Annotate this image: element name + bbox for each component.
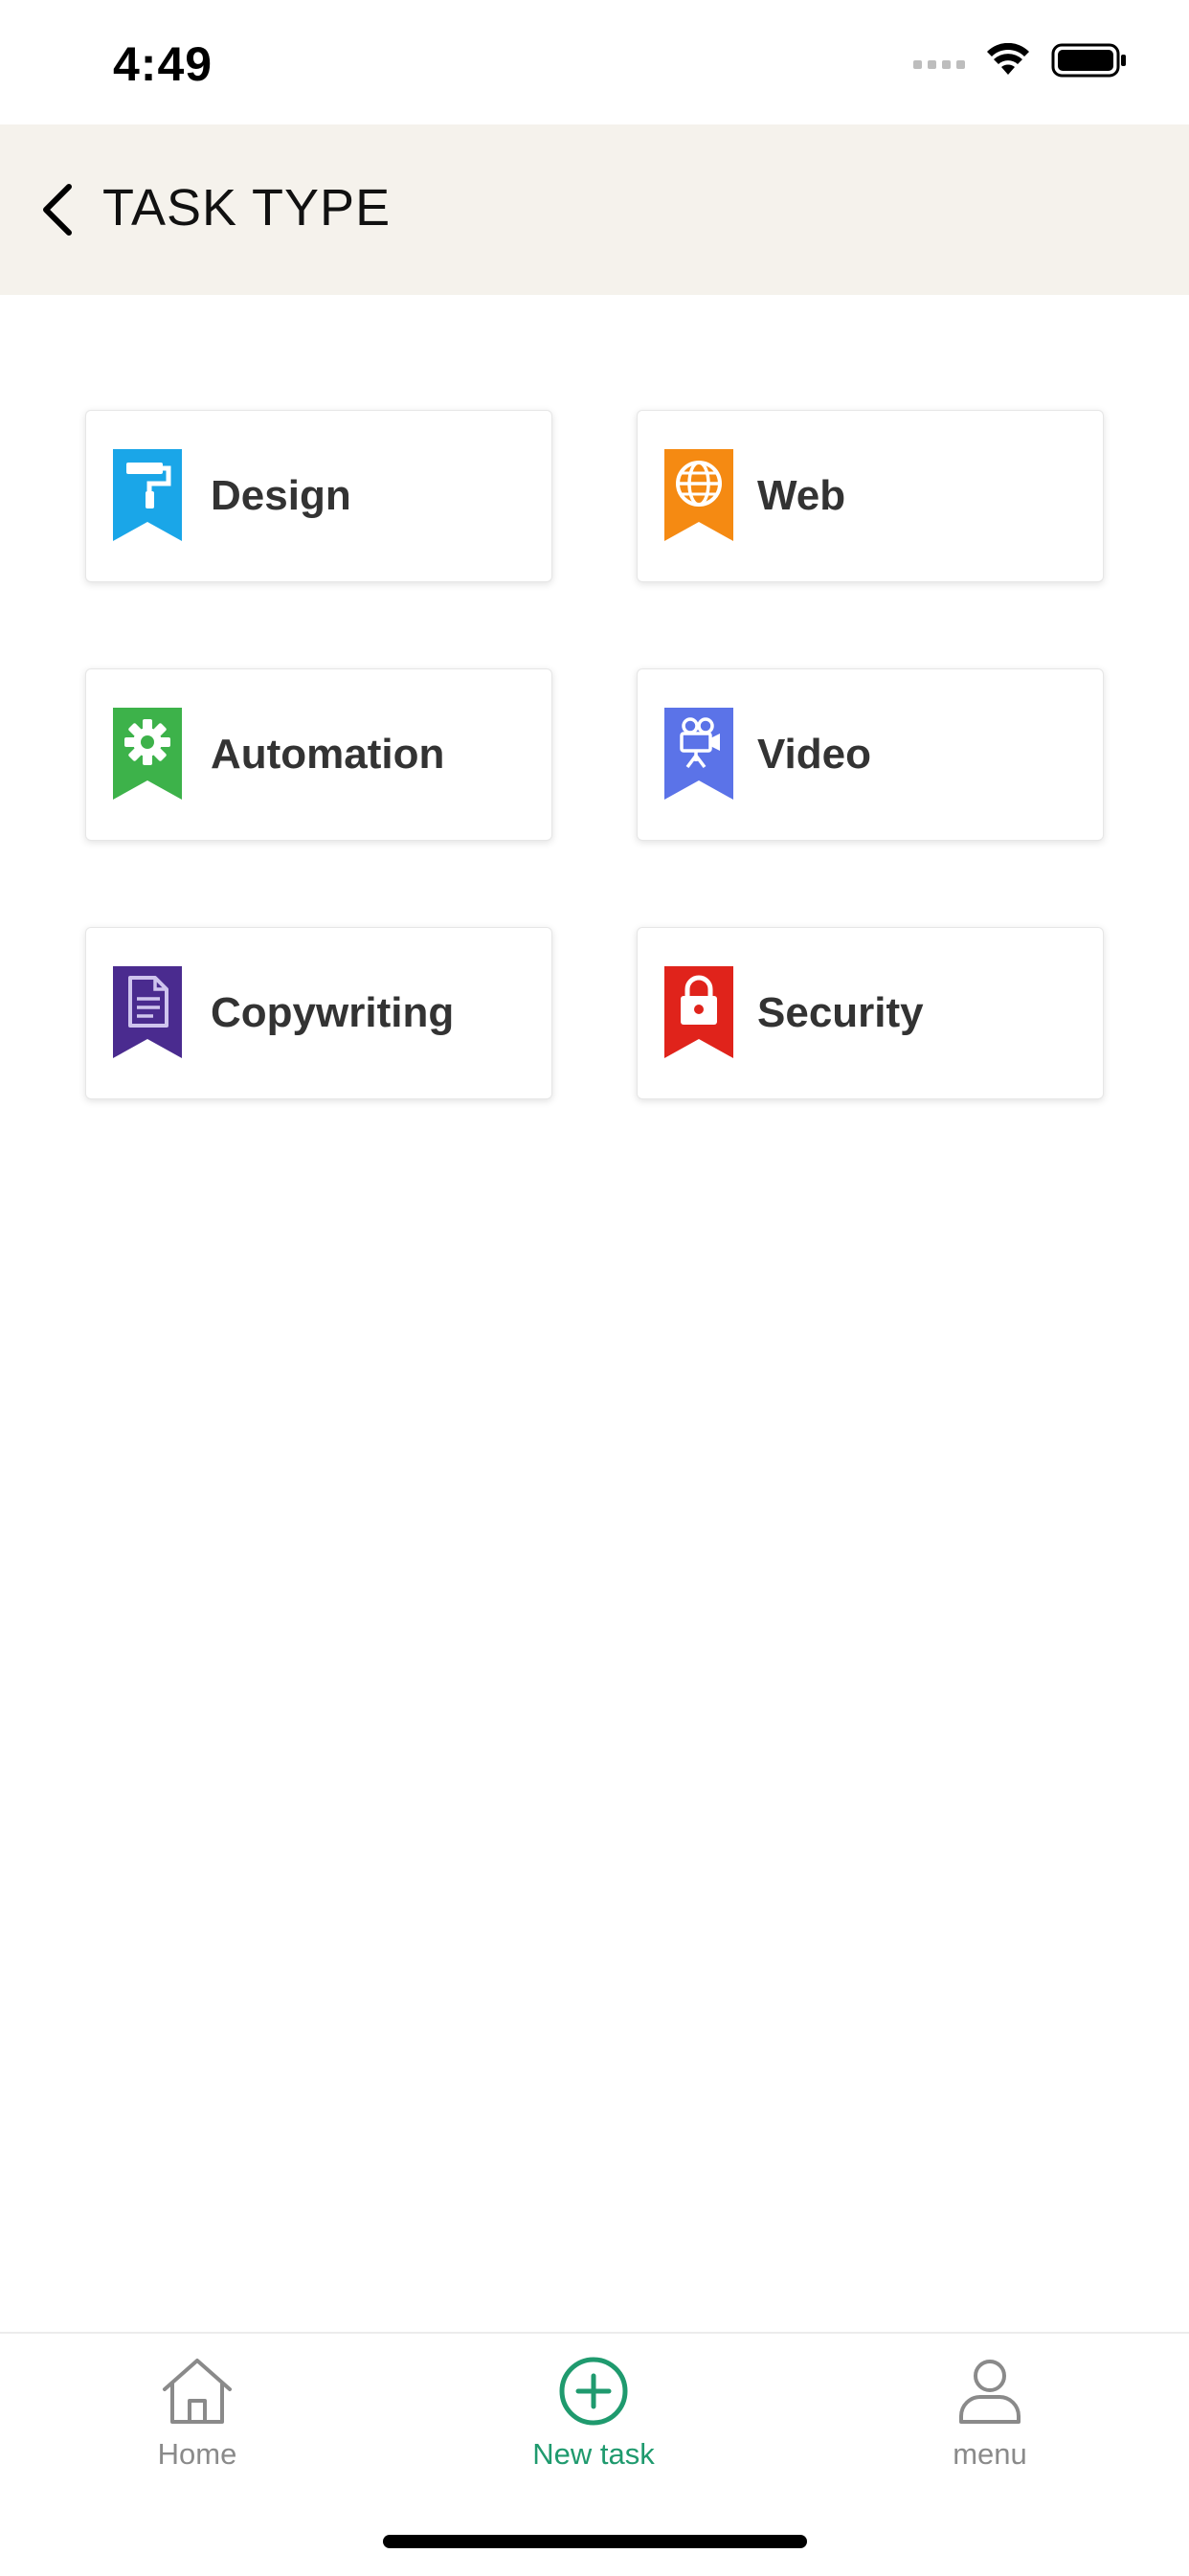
gear-icon: [113, 708, 182, 800]
tab-new-task[interactable]: New task: [479, 2355, 708, 2498]
video-camera-icon: [664, 708, 733, 800]
tab-home[interactable]: Home: [82, 2355, 312, 2498]
tab-label: menu: [953, 2437, 1027, 2471]
plus-circle-icon: [559, 2357, 628, 2426]
header: TASK TYPE: [0, 124, 1189, 295]
tab-label: New task: [532, 2437, 655, 2471]
task-type-video[interactable]: Video: [637, 668, 1104, 841]
home-icon: [163, 2359, 232, 2424]
globe-icon: [664, 449, 733, 541]
chevron-left-icon: [43, 184, 72, 236]
task-type-web[interactable]: Web: [637, 410, 1104, 582]
cellular-signal-icon: [913, 59, 965, 69]
paint-roller-icon: [113, 449, 182, 541]
task-type-label: Video: [757, 731, 872, 778]
task-type-design[interactable]: Design: [85, 410, 552, 582]
status-time: 4:49: [113, 37, 213, 91]
task-type-label: Design: [211, 472, 351, 519]
status-bar: 4:49: [0, 0, 1189, 124]
tab-menu[interactable]: menu: [875, 2355, 1105, 2498]
task-type-label: Web: [757, 472, 846, 519]
task-type-copywriting[interactable]: Copywriting: [85, 927, 552, 1099]
task-type-automation[interactable]: Automation: [85, 668, 552, 841]
battery-icon: [1051, 43, 1126, 78]
document-icon: [113, 966, 182, 1058]
task-type-label: Security: [757, 989, 924, 1036]
home-indicator: [383, 2535, 807, 2548]
task-type-security[interactable]: Security: [637, 927, 1104, 1099]
wifi-icon: [987, 43, 1029, 75]
status-icons: [913, 42, 1128, 79]
padlock-icon: [664, 966, 733, 1058]
user-icon: [959, 2360, 1021, 2424]
tab-label: Home: [157, 2437, 237, 2471]
page-title: TASK TYPE: [102, 179, 392, 237]
back-button[interactable]: [36, 179, 84, 240]
task-type-label: Automation: [211, 731, 445, 778]
task-type-label: Copywriting: [211, 989, 455, 1036]
